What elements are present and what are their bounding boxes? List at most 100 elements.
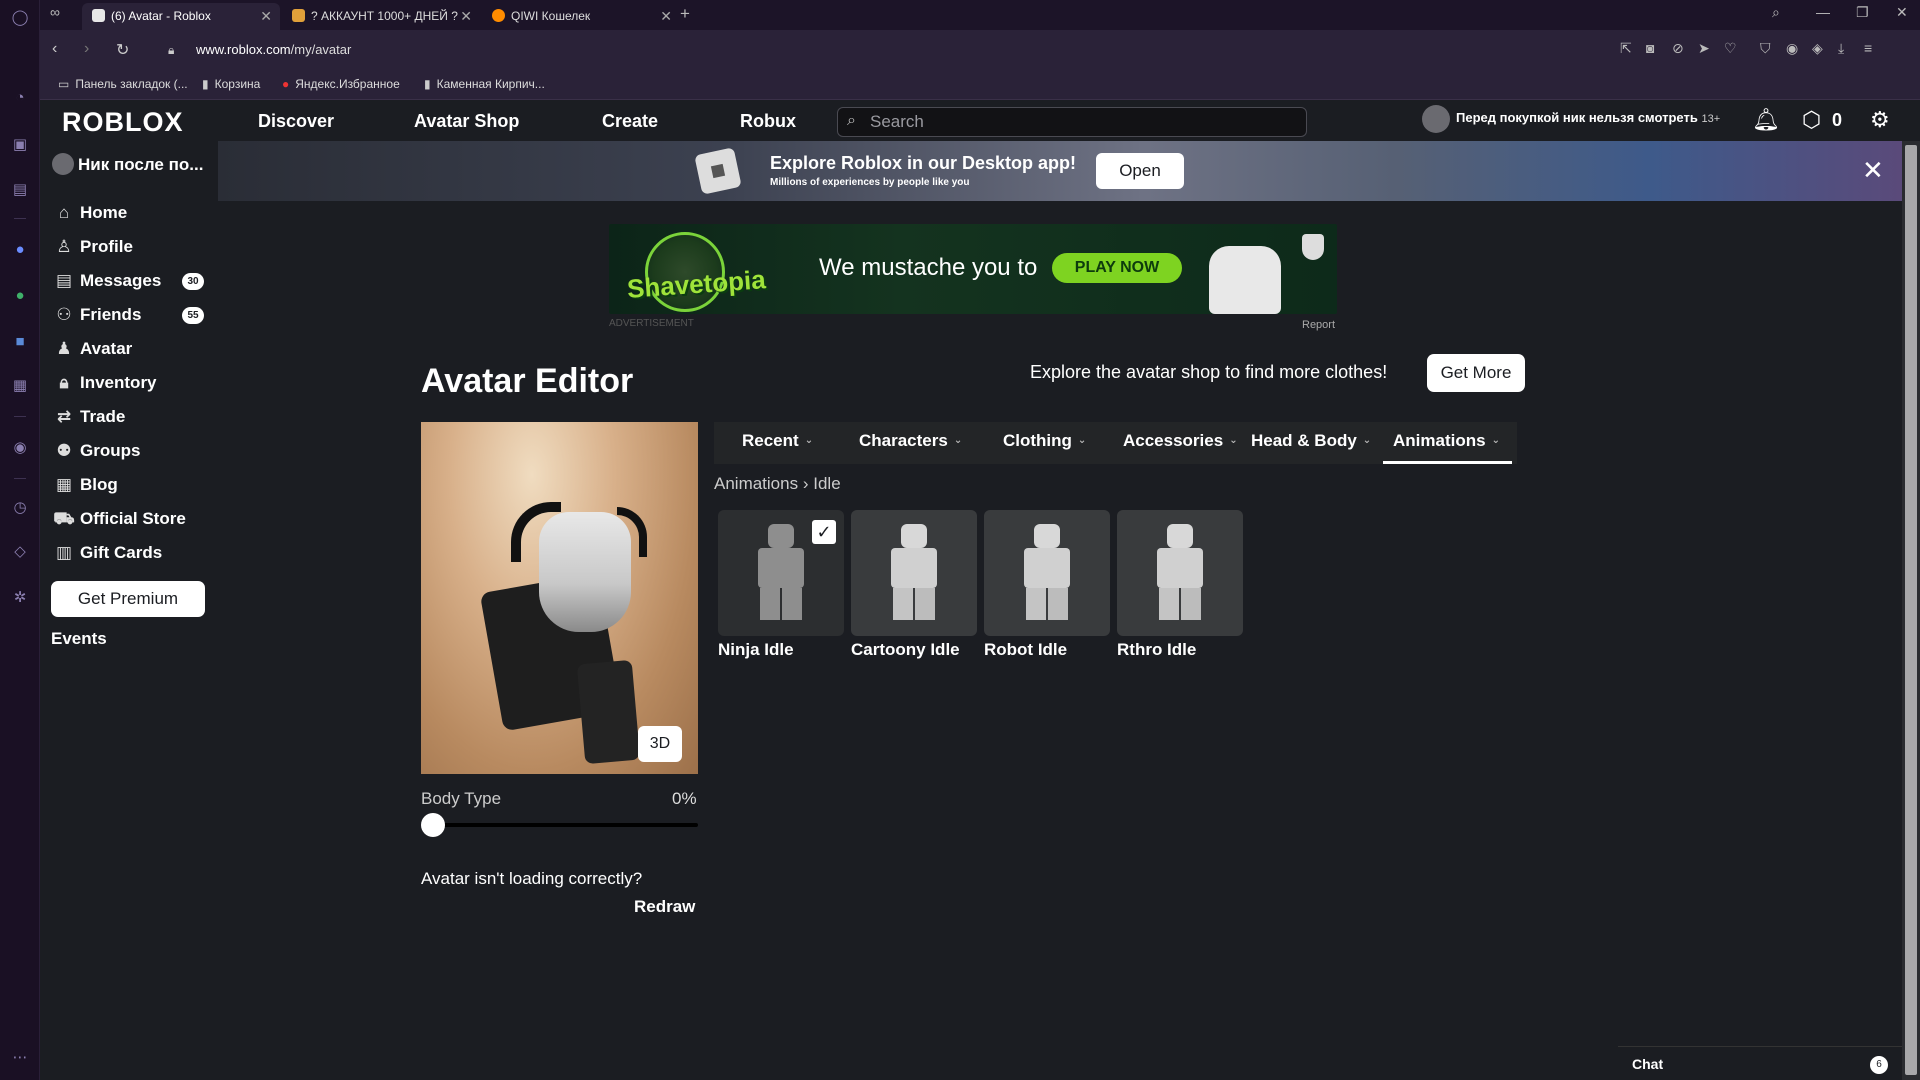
open-app-button[interactable]: Open [1096, 153, 1184, 189]
close-tab-icon[interactable]: ✕ [660, 3, 672, 30]
body-type-slider-track[interactable] [421, 823, 698, 827]
tab-head-body[interactable]: Head & Body ⌄ [1251, 431, 1371, 451]
shield-extension-icon[interactable]: ⛉ [1760, 40, 1771, 57]
advertisement-banner[interactable]: Shavetopia We mustache you to PLAY NOW [609, 224, 1337, 314]
vk-extension-icon[interactable]: ◉ [1786, 40, 1798, 57]
new-tab-icon[interactable]: + [680, 4, 690, 24]
bookmark-folder[interactable]: ▭ Панель закладок (... [58, 77, 188, 91]
tab-roblox-avatar[interactable]: (6) Avatar - Roblox ✕ [82, 3, 280, 30]
send-icon[interactable]: ➤ [1698, 40, 1710, 57]
tab-group-icon[interactable]: ∞ [50, 4, 60, 20]
robux-balance[interactable]: 0 [1832, 110, 1842, 131]
item-card-cartoony-idle[interactable] [851, 510, 977, 636]
box-extension-icon[interactable]: ◈ [1812, 40, 1823, 57]
item-card-rthro-idle[interactable] [1117, 510, 1243, 636]
redraw-button[interactable]: Redraw [634, 897, 695, 917]
item-name[interactable]: Rthro Idle [1117, 640, 1196, 660]
header-username[interactable]: Перед покупкой ник нельзя смотреть 13+ [1456, 110, 1720, 125]
vk-icon[interactable]: ■ [10, 332, 30, 352]
tab-characters[interactable]: Characters ⌄ [859, 431, 962, 451]
minimize-icon[interactable]: — [1816, 4, 1830, 20]
tab-animations[interactable]: Animations ⌄ [1383, 431, 1512, 464]
restore-icon[interactable]: ❐ [1856, 4, 1869, 21]
tab-account[interactable]: ? АККАУНТ 1000+ ДНЕЙ ? ✕ [282, 3, 480, 30]
download-icon[interactable]: ⤓ [1838, 40, 1844, 57]
sidebar-user[interactable]: Ник после по... [52, 153, 212, 175]
roblox-logo[interactable]: ROBLOX [62, 107, 184, 138]
toggle-3d-button[interactable]: 3D [638, 726, 682, 762]
back-icon[interactable]: ‹ [52, 40, 57, 58]
get-premium-button[interactable]: Get Premium [51, 581, 205, 617]
url-field[interactable]: www.roblox.com/my/avatar [196, 42, 351, 57]
item-card-robot-idle[interactable] [984, 510, 1110, 636]
breadcrumb-parent[interactable]: Animations [714, 474, 798, 493]
tab-clothing[interactable]: Clothing ⌄ [1003, 431, 1086, 451]
settings-gear-icon[interactable]: ⚙ [1870, 107, 1890, 133]
sidebar-item-messages[interactable]: ▤ Messages 30 [52, 267, 212, 295]
opera-logo-icon[interactable]: ◯ [10, 8, 30, 28]
tab-qiwi[interactable]: QIWI Кошелек ✕ [482, 3, 680, 30]
messenger-icon[interactable]: ● [10, 240, 30, 260]
ad-report-link[interactable]: Report [1302, 319, 1335, 331]
sidebar-item-official-store[interactable]: ⛟ Official Store [52, 505, 212, 533]
nav-avatar-shop[interactable]: Avatar Shop [414, 111, 519, 132]
reload-icon[interactable]: ↻ [116, 40, 129, 60]
header-avatar[interactable] [1422, 105, 1450, 133]
bookmark-item[interactable]: ▮ Каменная Кирпич... [424, 77, 545, 91]
close-icon[interactable]: ✕ [1862, 155, 1884, 186]
item-name[interactable]: Cartoony Idle [851, 640, 960, 660]
nav-create[interactable]: Create [602, 111, 658, 132]
share-icon[interactable]: ⇱ [1620, 40, 1632, 57]
lock-icon[interactable]: 🔒︎ [168, 43, 174, 58]
search-input[interactable] [870, 112, 1290, 132]
nav-discover[interactable]: Discover [258, 111, 334, 132]
get-more-button[interactable]: Get More [1427, 354, 1525, 392]
tab-recent[interactable]: Recent ⌄ [742, 431, 813, 451]
whatsapp-icon[interactable]: ● [10, 286, 30, 306]
close-tab-icon[interactable]: ✕ [460, 3, 472, 30]
sidebar-item-inventory[interactable]: 🔒︎ Inventory [52, 369, 212, 397]
sidebar-events[interactable]: Events [51, 629, 107, 649]
sidebar-item-avatar[interactable]: ♟ Avatar [52, 335, 212, 363]
more-icon[interactable]: ⋯ [10, 1048, 30, 1068]
chat-bar[interactable]: Chat 6 [1618, 1046, 1902, 1080]
adblock-icon[interactable]: ⊘ [1672, 40, 1684, 57]
page-scrollbar[interactable] [1902, 141, 1920, 1080]
heart-icon[interactable]: ♡ [1724, 40, 1737, 57]
history-icon[interactable]: ◷ [10, 498, 30, 518]
robux-icon[interactable]: ⬡ [1802, 107, 1821, 133]
sidebar-item-profile[interactable]: ♙ Profile [52, 233, 212, 261]
settings-icon[interactable]: ✲ [10, 588, 30, 608]
bookmark-item[interactable]: ▮ Корзина [202, 77, 260, 91]
discord-icon[interactable]: ▦ [10, 376, 30, 396]
sidebar-item-gift-cards[interactable]: ▥ Gift Cards [52, 539, 212, 567]
camera-icon[interactable]: ◙ [1646, 40, 1654, 56]
item-name[interactable]: Ninja Idle [718, 640, 794, 660]
body-type-slider-handle[interactable] [421, 813, 445, 837]
close-tab-icon[interactable]: ✕ [260, 3, 272, 30]
sidebar-item-home[interactable]: ⌂ Home [52, 199, 212, 227]
menu-icon[interactable]: ≡ [1864, 40, 1872, 56]
close-window-icon[interactable]: ✕ [1896, 4, 1908, 21]
twitch-icon[interactable]: ▤ [10, 180, 30, 200]
cube-icon[interactable]: ◇ [10, 542, 30, 562]
search-box[interactable]: ⌕ [837, 107, 1307, 137]
player-icon[interactable]: ◉ [10, 438, 30, 458]
bag-icon[interactable]: ▣ [10, 135, 30, 155]
sidebar-item-trade[interactable]: ⇄ Trade [52, 403, 212, 431]
speed-dial-icon[interactable]: ◔ [10, 88, 30, 108]
forward-icon[interactable]: › [84, 40, 89, 58]
nav-robux[interactable]: Robux [740, 111, 796, 132]
sidebar-item-groups[interactable]: ⚉ Groups [52, 437, 212, 465]
bookmark-item[interactable]: ● Яндекс.Избранное [282, 77, 400, 91]
scrollbar-thumb[interactable] [1905, 145, 1917, 1075]
sidebar-item-friends[interactable]: ⚇ Friends 55 [52, 301, 212, 329]
tab-accessories[interactable]: Accessories ⌄ [1123, 431, 1238, 451]
ad-play-button[interactable]: PLAY NOW [1052, 253, 1182, 283]
tab-search-icon[interactable]: ⌕ [1772, 4, 1780, 21]
sidebar-item-blog[interactable]: ▦ Blog [52, 471, 212, 499]
avatar-preview[interactable] [421, 422, 698, 774]
item-card-ninja-idle[interactable]: ✓ [718, 510, 844, 636]
notifications-bell-icon[interactable]: 🔔︎ [1752, 107, 1780, 133]
item-name[interactable]: Robot Idle [984, 640, 1067, 660]
